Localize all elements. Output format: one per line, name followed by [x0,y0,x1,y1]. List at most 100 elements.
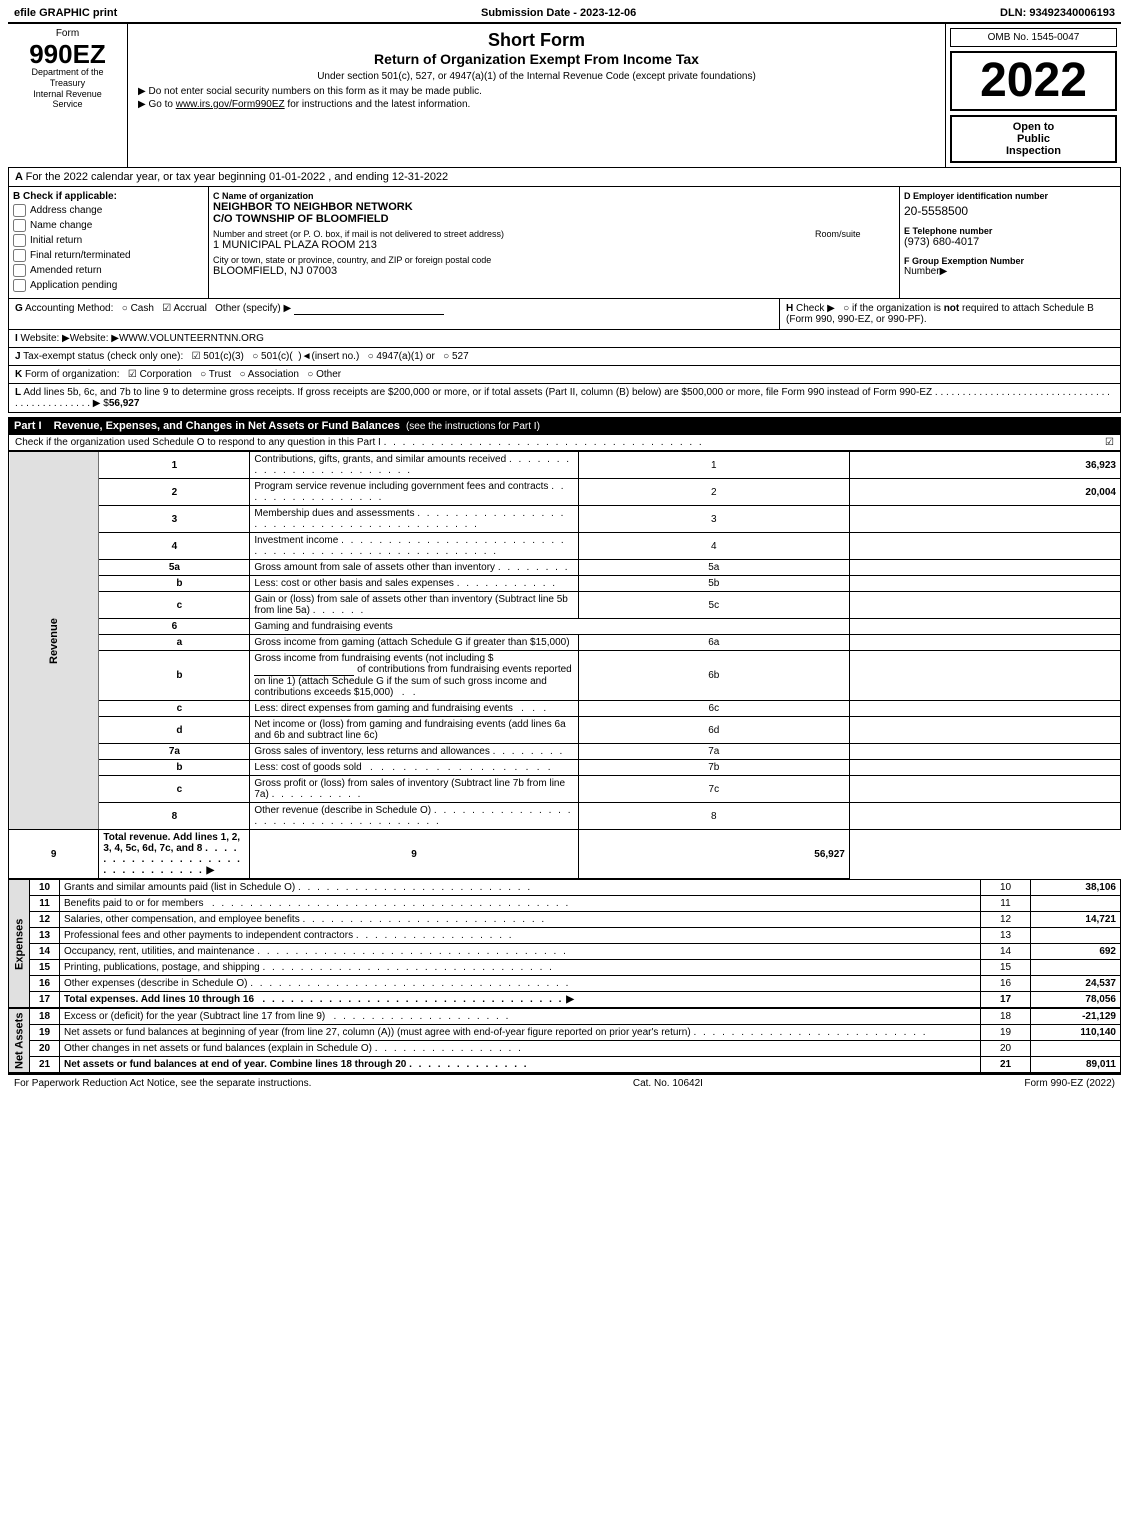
line-ref-1: 1 [578,452,849,479]
checkbox-app-pending[interactable]: Application pending [13,279,204,292]
efile-label: efile GRAPHIC print [14,7,117,19]
section-b-label: B Check if applicable: [13,191,204,202]
website-url: Website: ▶WWW.VOLUNTEERNTNN.ORG [70,333,264,344]
ein-value: 20-5558500 [904,204,1116,218]
expense-val-14: 692 [1031,944,1121,960]
label-amended-return: Amended return [30,265,102,276]
form-subtitle: Under section 501(c), 527, or 4947(a)(1)… [138,71,935,82]
net-val-21: 89,011 [1031,1057,1121,1073]
expense-val-17: 78,056 [1031,992,1121,1008]
revenue-row-5c: c Gain or (loss) from sale of assets oth… [9,592,1121,619]
line-desc-1: Contributions, gifts, grants, and simila… [250,452,578,479]
f-arrow: ▶ [940,266,948,277]
section-e-label: E Telephone number [904,226,1116,236]
open-inspection-title: Open to [956,121,1111,133]
net-row-18: Net Assets 18 Excess or (deficit) for th… [9,1009,1121,1025]
submission-date: Submission Date - 2023-12-06 [481,7,636,19]
revenue-row-6b: b Gross income from fundraising events (… [9,651,1121,701]
revenue-row-4: 4 Investment income . . . . . . . . . . … [9,533,1121,560]
line-num-1: 1 [99,452,250,479]
expense-val-12: 14,721 [1031,912,1121,928]
revenue-row-6: 6 Gaming and fundraising events [9,619,1121,635]
org-name-line2: C/O TOWNSHIP OF BLOOMFIELD [213,213,895,225]
label-address-change: Address change [30,205,102,216]
part1-title: Revenue, Expenses, and Changes in Net As… [48,420,406,432]
expense-row-15: 15 Printing, publications, postage, and … [9,960,1121,976]
revenue-row-1: Revenue 1 Contributions, gifts, grants, … [9,452,1121,479]
tax-year: 2022 [950,51,1117,111]
accrual-label: Accrual [173,303,206,314]
net-row-19: 19 Net assets or fund balances at beginn… [9,1025,1121,1041]
section-l-value: 56,927 [109,398,140,409]
expense-row-12: 12 Salaries, other compensation, and emp… [9,912,1121,928]
section-d-label: D Employer identification number [904,191,1116,201]
section-a-text: For the 2022 calendar year, or tax year … [26,171,449,183]
dept-treasury: Department of theTreasuryInternal Revenu… [31,67,103,110]
form-ref: Form 990-EZ (2022) [1024,1078,1115,1089]
net-val-19: 110,140 [1031,1025,1121,1041]
part1-subtitle: (see the instructions for Part I) [406,421,540,432]
net-val-18: -21,129 [1031,1009,1121,1025]
revenue-row-7a: 7a Gross sales of inventory, less return… [9,744,1121,760]
expense-val-10: 38,106 [1031,880,1121,896]
org-city: BLOOMFIELD, NJ 07003 [213,265,895,277]
net-row-21: 21 Net assets or fund balances at end of… [9,1057,1121,1073]
net-row-20: 20 Other changes in net assets or fund b… [9,1041,1121,1057]
section-l: L Add lines 5b, 6c, and 7b to line 9 to … [8,384,1121,413]
cat-number: Cat. No. 10642I [633,1078,703,1089]
revenue-row-5a: 5a Gross amount from sale of assets othe… [9,560,1121,576]
revenue-row-2: 2 Program service revenue including gove… [9,479,1121,506]
section-f-label: F Group Exemption Number [904,256,1116,266]
revenue-row-7b: b Less: cost of goods sold . . . . . . .… [9,760,1121,776]
city-label: City or town, state or province, country… [213,255,895,265]
section-k: K Form of organization: ☑ Corporation ○ … [8,366,1121,384]
checkbox-final-return[interactable]: Final return/terminated [13,249,204,262]
section-h: H Check ▶ ○ if the organization is not r… [780,299,1120,329]
checkbox-address-change[interactable]: Address change [13,204,204,217]
org-name-line1: NEIGHBOR TO NEIGHBOR NETWORK [213,201,895,213]
revenue-row-9: 9 Total revenue. Add lines 1, 2, 3, 4, 5… [9,830,1121,879]
revenue-row-6d: d Net income or (loss) from gaming and f… [9,717,1121,744]
bullet2: ▶ Go to www.irs.gov/Form990EZ for instru… [138,99,935,110]
section-c-label: C Name of organization [213,191,895,201]
revenue-row-8: 8 Other revenue (describe in Schedule O)… [9,803,1121,830]
checkbox-initial-return[interactable]: Initial return [13,234,204,247]
open-inspection-detail: Inspection [956,145,1111,157]
part1-check-row: Check if the organization used Schedule … [8,435,1121,451]
checkbox-name-change[interactable]: Name change [13,219,204,232]
cash-label: Cash [131,303,154,314]
expense-val-16: 24,537 [1031,976,1121,992]
expense-row-11: 11 Benefits paid to or for members . . .… [9,896,1121,912]
form-label: Form [56,28,79,39]
section-j: J Tax-exempt status (check only one): ☑ … [8,348,1121,366]
expense-row-10: Expenses 10 Grants and similar amounts p… [9,880,1121,896]
label-initial-return: Initial return [30,235,82,246]
line-val-9: 56,927 [578,830,849,879]
omb-number: OMB No. 1545-0047 [950,28,1117,47]
f-group-row: Number ▶ [904,266,1116,277]
expense-row-14: 14 Occupancy, rent, utilities, and maint… [9,944,1121,960]
expense-row-17: 17 Total expenses. Add lines 10 through … [9,992,1121,1008]
room-suite-label: Room/suite [815,229,895,239]
section-a-label: A [15,171,26,183]
form-short-title: Short Form [138,30,935,51]
section-g: G Accounting Method: ○ Cash ☑ Accrual Ot… [9,299,780,329]
checkbox-amended-return[interactable]: Amended return [13,264,204,277]
open-inspection-sub: Public [956,133,1111,145]
revenue-row-6c: c Less: direct expenses from gaming and … [9,701,1121,717]
line-val-2: 20,004 [849,479,1120,506]
bullet1: ▶ Do not enter social security numbers o… [138,86,935,97]
expense-row-16: 16 Other expenses (describe in Schedule … [9,976,1121,992]
org-address: 1 MUNICIPAL PLAZA ROOM 213 [213,239,805,251]
form-return-title: Return of Organization Exempt From Incom… [138,51,935,67]
label-app-pending: Application pending [30,280,117,291]
section-i: I Website: ▶Website: ▶WWW.VOLUNTEERNTNN.… [8,330,1121,348]
form-number: 990EZ [29,41,106,67]
line-val-1: 36,923 [849,452,1120,479]
dln-number: DLN: 93492340006193 [1000,7,1115,19]
revenue-row-6a: a Gross income from gaming (attach Sched… [9,635,1121,651]
label-final-return: Final return/terminated [30,250,131,261]
address-label: Number and street (or P. O. box, if mail… [213,229,805,239]
phone-value: (973) 680-4017 [904,236,1116,248]
revenue-row-5b: b Less: cost or other basis and sales ex… [9,576,1121,592]
